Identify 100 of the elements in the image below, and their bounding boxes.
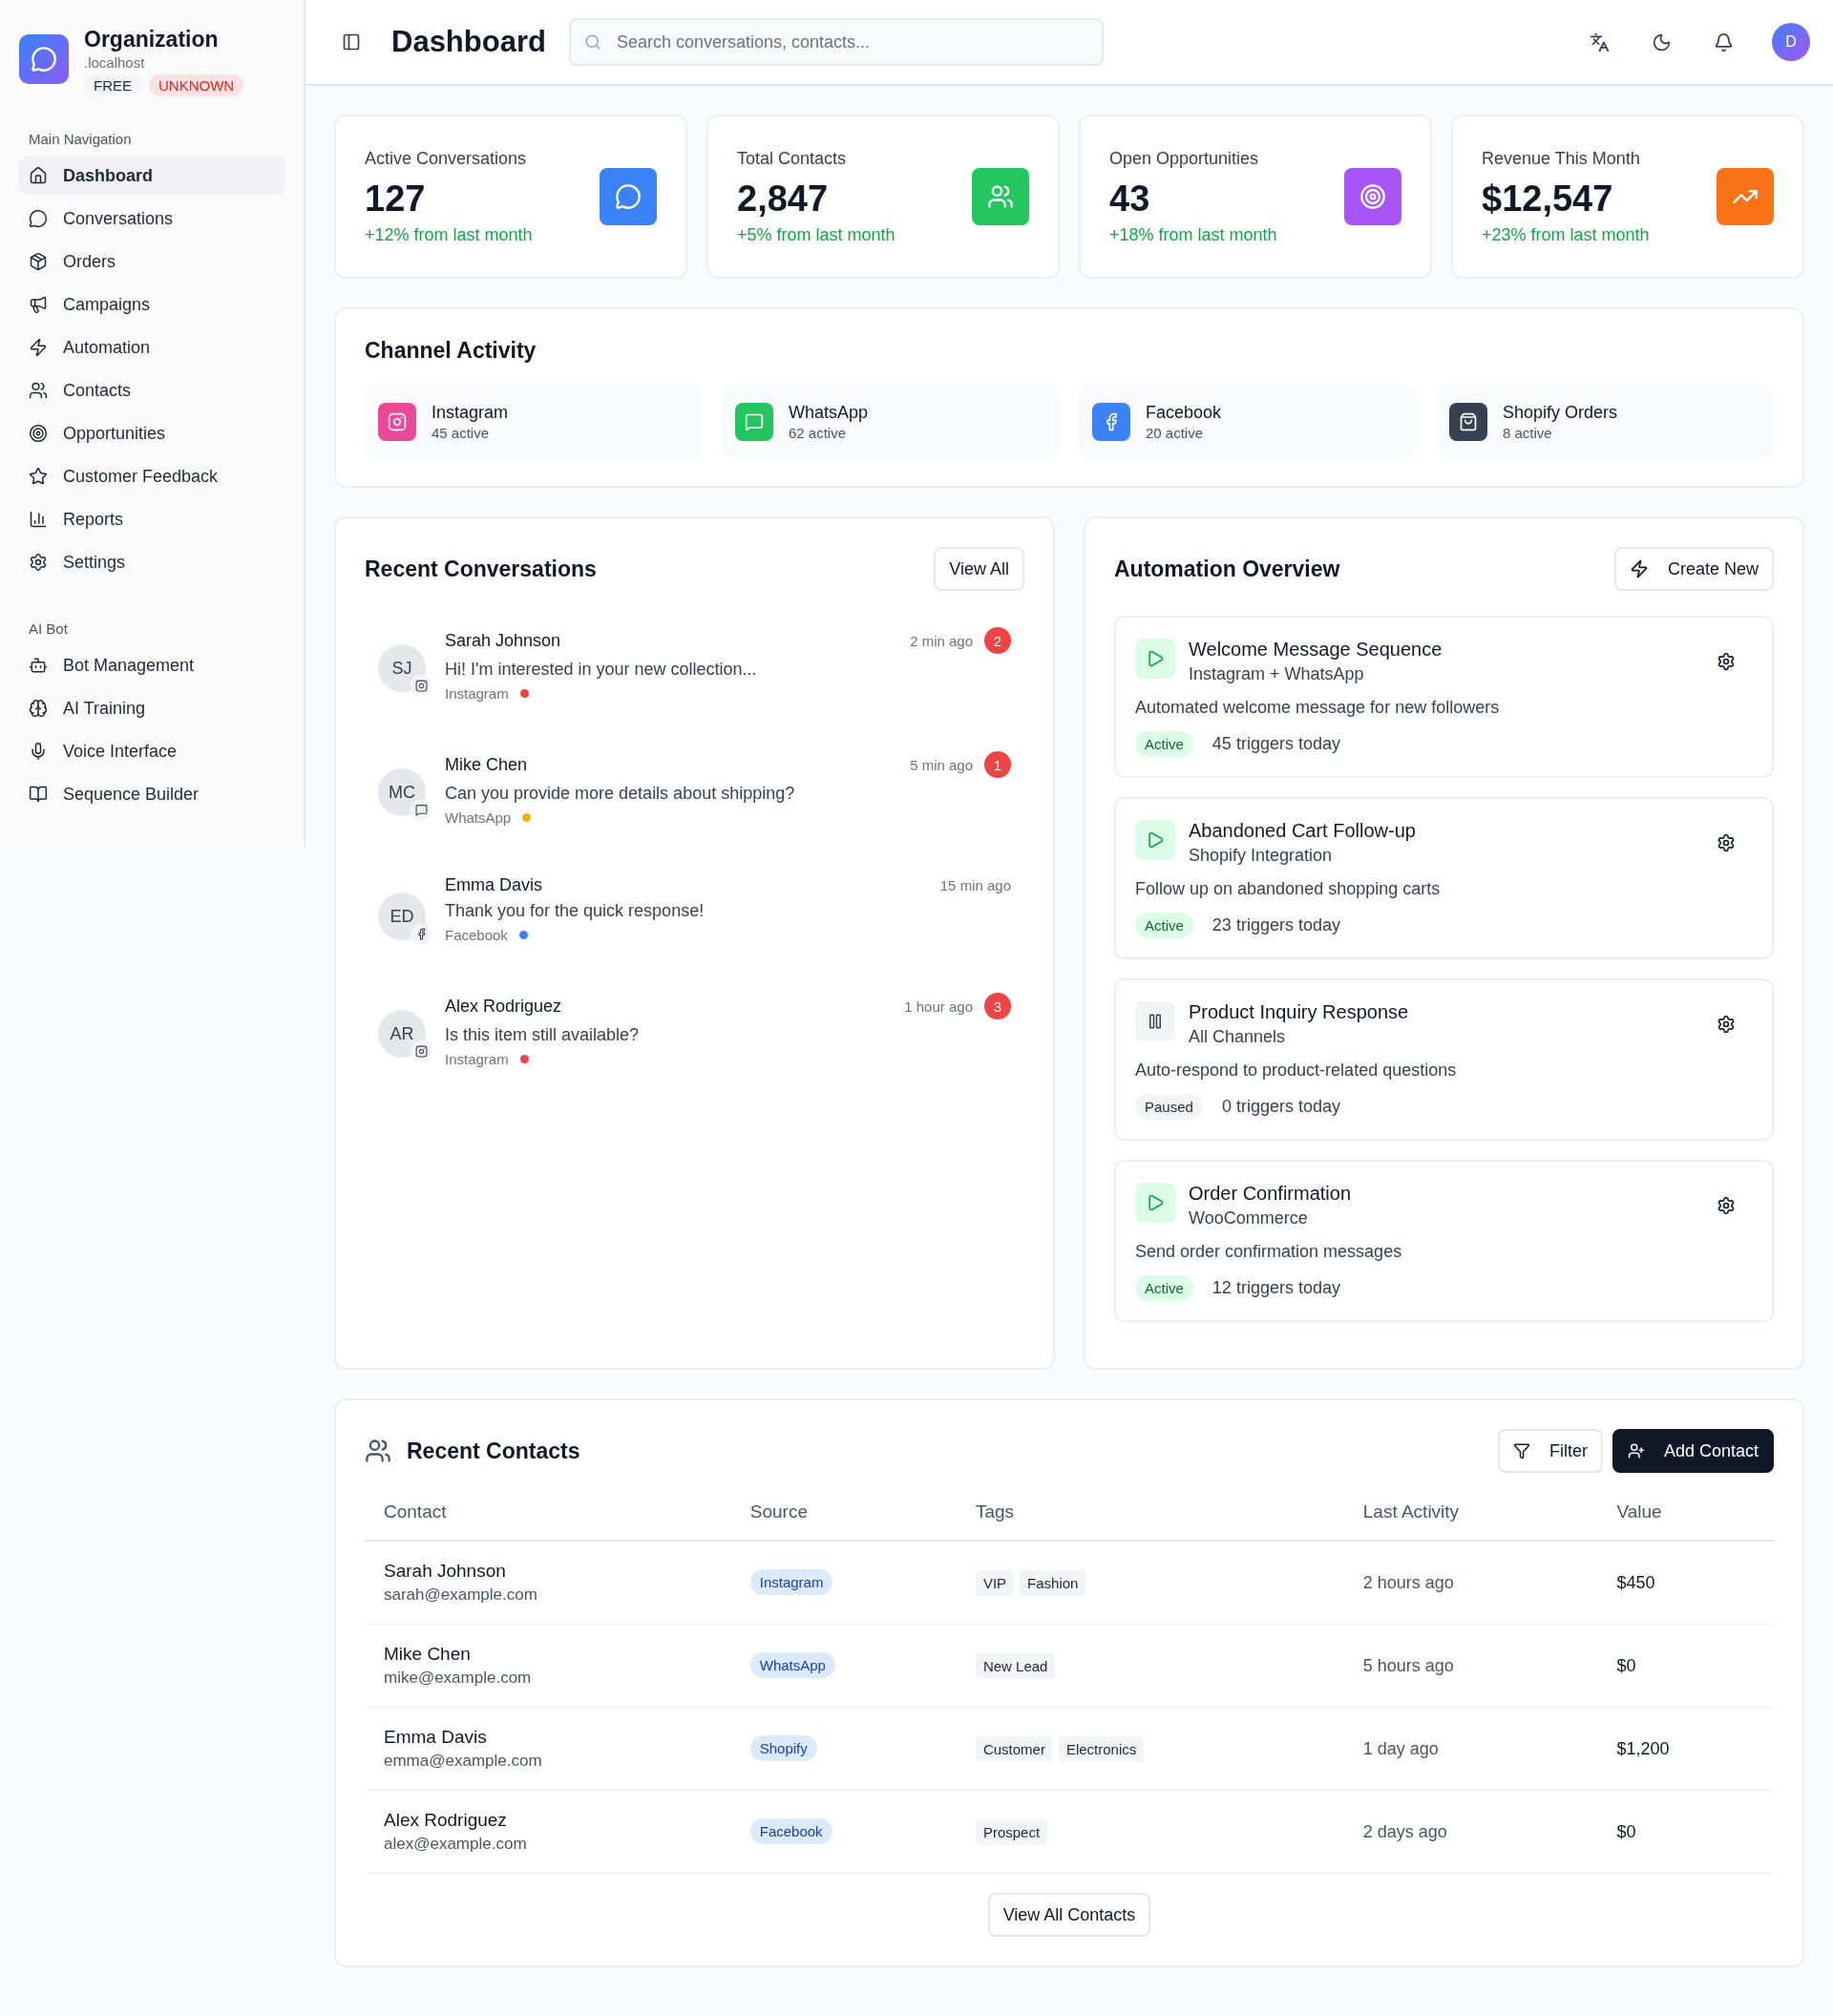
source-tag: Instagram: [749, 1569, 833, 1595]
automation-description: Follow up on abandoned shopping carts: [1135, 879, 1442, 899]
automation-name: Product Inquiry Response: [1189, 1001, 1409, 1023]
stat-label: Open Opportunities: [1109, 148, 1260, 169]
automation-name: Abandoned Cart Follow-up: [1189, 820, 1416, 842]
channel-count: 45 active: [432, 425, 491, 441]
contact-name: Emma Davis: [384, 1727, 488, 1748]
user-avatar[interactable]: D: [1772, 23, 1810, 61]
status-badge: Active: [1135, 731, 1193, 757]
timestamp: 2 min ago: [910, 632, 973, 649]
sidebar-item[interactable]: Opportunities: [19, 414, 284, 452]
stat-label: Total Contacts: [737, 148, 848, 169]
column-header: Contact: [365, 1502, 731, 1541]
source-label: Instagram: [445, 685, 509, 702]
card-title: Recent Contacts: [407, 1438, 580, 1464]
contact-email: alex@example.com: [384, 1835, 528, 1854]
package-icon: [29, 252, 48, 271]
star-icon: [29, 467, 48, 486]
source-tag: WhatsApp: [749, 1652, 835, 1678]
section-title: Main Navigation: [29, 131, 133, 147]
unread-count: 2: [984, 627, 1011, 654]
last-activity: 1 day ago: [1362, 1738, 1439, 1758]
source-label: Instagram: [445, 1051, 509, 1067]
status-badge: Paused: [1135, 1094, 1203, 1120]
sidebar-item[interactable]: Customer Feedback: [19, 457, 284, 495]
sidebar-item[interactable]: Campaigns: [19, 285, 284, 324]
timestamp: 1 hour ago: [904, 998, 973, 1015]
sidebar-item[interactable]: Conversations: [19, 200, 284, 238]
automation-channels: Instagram + WhatsApp: [1189, 664, 1365, 684]
stat-change: +5% from last month: [737, 224, 895, 245]
automation-channels: WooCommerce: [1189, 1208, 1309, 1228]
column-header: Last Activity: [1343, 1502, 1598, 1541]
last-activity: 2 days ago: [1362, 1821, 1447, 1841]
stat-change: +23% from last month: [1482, 224, 1650, 245]
sidebar-item[interactable]: Dashboard: [19, 157, 284, 195]
card-title: Recent Conversations: [365, 556, 597, 582]
sidebar-item[interactable]: Sequence Builder: [19, 775, 284, 813]
message-preview: Thank you for the quick response!: [445, 901, 706, 921]
organization-name: Organization: [84, 27, 220, 52]
sidebar-item[interactable]: Contacts: [19, 371, 284, 410]
contact-name: Sarah Johnson: [384, 1561, 507, 1582]
add-contact-button[interactable]: Add Contact: [1612, 1429, 1774, 1473]
tag: New Lead: [975, 1652, 1056, 1679]
sidebar-item[interactable]: Reports: [19, 500, 284, 538]
search-icon: [583, 33, 601, 51]
automation-channels: Shopify Integration: [1189, 846, 1334, 866]
facebook-icon: [411, 923, 432, 944]
automation-name: Order Confirmation: [1189, 1183, 1352, 1205]
timestamp: 15 min ago: [939, 877, 1011, 893]
status-badge: Active: [1135, 913, 1193, 938]
tag: Electronics: [1058, 1735, 1145, 1762]
status-badge: Active: [1135, 1275, 1193, 1301]
trigger-count: 0 triggers today: [1221, 1097, 1340, 1117]
create-new-button[interactable]: Create New: [1613, 547, 1774, 591]
channel-name: Shopify Orders: [1503, 403, 1618, 423]
channel-name: WhatsApp: [789, 403, 869, 423]
sidebar-item[interactable]: Voice Interface: [19, 732, 284, 770]
contact-value: $0: [1616, 1655, 1636, 1675]
column-header: Value: [1597, 1502, 1774, 1541]
contact-email: mike@example.com: [384, 1669, 533, 1688]
contact-name: Alex Rodriguez: [384, 1810, 508, 1831]
chat-bubble-icon: [29, 209, 48, 228]
plan-badge: UNKNOWN: [149, 74, 244, 96]
sidebar-item[interactable]: Automation: [19, 328, 284, 367]
trigger-count: 23 triggers today: [1211, 915, 1340, 935]
channel-name: Instagram: [432, 403, 509, 423]
organization-domain: .localhost: [84, 54, 146, 71]
channel-count: 8 active: [1503, 425, 1553, 441]
logo-icon: [19, 34, 69, 84]
sidebar-item[interactable]: AI Training: [19, 689, 284, 727]
stat-value: 2,847: [737, 178, 830, 220]
column-header: Tags: [956, 1502, 1344, 1541]
sidebar-item[interactable]: Bot Management: [19, 646, 284, 684]
sidebar-item[interactable]: Settings: [19, 543, 284, 581]
stat-change: +12% from last month: [365, 224, 533, 245]
contact-value: $1,200: [1616, 1738, 1670, 1758]
timestamp: 5 min ago: [910, 756, 973, 773]
column-header: Source: [730, 1502, 957, 1541]
robot-icon: [29, 656, 48, 675]
contact-name: Alex Rodriguez: [445, 996, 562, 1017]
contact-name: Emma Davis: [445, 875, 542, 895]
instagram-icon: [411, 1040, 432, 1061]
channel-count: 20 active: [1146, 425, 1205, 441]
stat-value: 43: [1109, 178, 1151, 220]
source-tag: Shopify: [749, 1735, 817, 1761]
stat-change: +18% from last month: [1109, 224, 1277, 245]
page-title: Dashboard: [391, 25, 546, 59]
view-all-contacts-button[interactable]: View All Contacts: [987, 1893, 1151, 1937]
target-icon: [29, 424, 48, 443]
search-field[interactable]: Search conversations, contacts...: [568, 18, 1104, 66]
source-label: Facebook: [445, 927, 508, 943]
sidebar-item[interactable]: Orders: [19, 242, 284, 281]
view-all-button[interactable]: View All: [934, 547, 1024, 591]
bar-chart-icon: [29, 510, 48, 529]
automation-description: Auto-respond to product-related questions: [1135, 1060, 1458, 1081]
plan-badge: FREE: [84, 74, 141, 96]
users-icon: [29, 381, 48, 400]
settings-icon: [29, 553, 48, 572]
filter-button[interactable]: Filter: [1497, 1429, 1603, 1473]
stat-value: $12,547: [1482, 178, 1614, 220]
